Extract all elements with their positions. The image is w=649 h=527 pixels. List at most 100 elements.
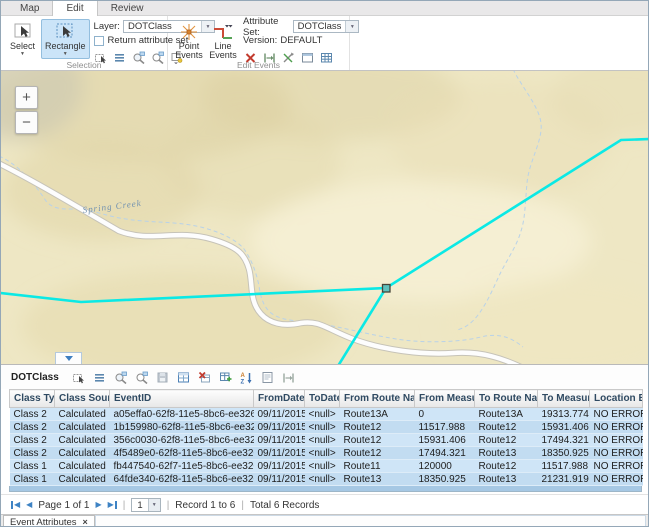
table-row[interactable]: Class 2Calculated1b159980-62f8-11e5-8bc6… — [10, 421, 643, 434]
attribute-set-dropdown[interactable]: DOTClass ▼ — [293, 20, 360, 33]
delete-records-icon[interactable] — [198, 370, 212, 384]
table-cell[interactable]: <null> — [305, 421, 340, 434]
table-cell[interactable]: 64fde340-62f8-11e5-8bc6-ee32641d5ec9 — [110, 473, 254, 486]
column-header[interactable]: From Route Name — [340, 390, 415, 408]
next-page-button[interactable]: ▶ — [95, 501, 101, 509]
table-cell[interactable]: 19313.774 — [538, 408, 590, 421]
attribute-window-icon[interactable] — [177, 370, 191, 384]
map-canvas[interactable]: Spring Creek + − — [1, 71, 648, 365]
route-junction-vertex[interactable] — [383, 285, 391, 293]
table-cell[interactable]: Calculated — [55, 460, 110, 473]
tab-event-attributes[interactable]: Event Attributes × — [3, 515, 95, 527]
table-cell[interactable]: Calculated — [55, 447, 110, 460]
rectangle-tool-button[interactable]: Rectangle ▼ — [41, 19, 90, 59]
table-cell[interactable]: <null> — [305, 473, 340, 486]
table-cell[interactable]: Route12 — [475, 434, 538, 447]
table-cell[interactable]: Calculated — [55, 408, 110, 421]
table-cell[interactable]: <null> — [305, 447, 340, 460]
table-cell[interactable]: Class 2 — [10, 408, 55, 421]
table-cell[interactable]: 11517.988 — [415, 421, 475, 434]
column-header[interactable]: FromDate — [254, 390, 305, 408]
table-cell[interactable]: 356c0030-62f8-11e5-8bc6-ee32641d5ec9 — [110, 434, 254, 447]
table-cell[interactable]: 17494.321 — [415, 447, 475, 460]
add-records-icon[interactable] — [219, 370, 233, 384]
table-cell[interactable]: 09/11/2015 — [254, 434, 305, 447]
column-header[interactable]: From Measure — [415, 390, 475, 408]
table-cell[interactable]: Route12 — [340, 434, 415, 447]
column-header[interactable]: Class Type — [10, 390, 55, 408]
table-cell[interactable]: Route13 — [475, 473, 538, 486]
table-cell[interactable]: 21231.919 — [538, 473, 590, 486]
table-cell[interactable]: 17494.321 — [538, 434, 590, 447]
table-cell[interactable]: Class 2 — [10, 447, 55, 460]
zoom-to-selected-icon[interactable] — [114, 370, 128, 384]
table-cell[interactable]: 09/11/2015 — [254, 473, 305, 486]
zoom-out-button[interactable]: − — [15, 111, 38, 134]
zoom-in-button[interactable]: + — [15, 86, 38, 109]
table-cell[interactable]: <null> — [305, 460, 340, 473]
chevron-down-icon[interactable]: ▼ — [148, 499, 160, 511]
table-cell[interactable]: 18350.925 — [415, 473, 475, 486]
table-cell[interactable]: 15931.406 — [415, 434, 475, 447]
table-cell[interactable]: 15931.406 — [538, 421, 590, 434]
options-menu-icon[interactable] — [93, 370, 107, 384]
point-events-button[interactable]: Point Events — [173, 19, 205, 64]
table-cell[interactable]: NO ERROR — [590, 473, 643, 486]
table-row[interactable]: Class 2Calculateda05effa0-62f8-11e5-8bc6… — [10, 408, 643, 421]
table-cell[interactable]: Class 2 — [10, 421, 55, 434]
last-page-button[interactable]: ▶ — [108, 501, 117, 509]
first-page-button[interactable]: ◀ — [11, 501, 20, 509]
table-cell[interactable]: Class 1 — [10, 473, 55, 486]
table-cell[interactable]: 09/11/2015 — [254, 460, 305, 473]
table-cell[interactable]: NO ERROR — [590, 408, 643, 421]
measure-icon[interactable] — [282, 370, 296, 384]
table-cell[interactable]: Class 2 — [10, 434, 55, 447]
tab-review[interactable]: Review — [98, 1, 157, 15]
column-header[interactable]: To Route Name — [475, 390, 538, 408]
table-cell[interactable]: Route13 — [340, 473, 415, 486]
table-cell[interactable]: 4f5489e0-62f8-11e5-8bc6-ee32641d5ec9 — [110, 447, 254, 460]
table-cell[interactable]: NO ERROR — [590, 447, 643, 460]
table-cell[interactable]: 120000 — [415, 460, 475, 473]
table-row[interactable]: Class 1Calculatedfb447540-62f7-11e5-8bc6… — [10, 460, 643, 473]
table-cell[interactable]: 09/11/2015 — [254, 447, 305, 460]
chevron-down-icon[interactable]: ▼ — [345, 21, 358, 32]
table-cell[interactable]: NO ERROR — [590, 460, 643, 473]
table-cell[interactable]: Route12 — [340, 447, 415, 460]
table-cell[interactable]: Route11 — [340, 460, 415, 473]
column-header[interactable]: ToDate — [305, 390, 340, 408]
page-number-dropdown[interactable]: 1 ▼ — [131, 498, 160, 512]
tab-map[interactable]: Map — [7, 1, 52, 15]
table-cell[interactable]: Route13 — [475, 447, 538, 460]
previous-page-button[interactable]: ◀ — [26, 501, 32, 509]
table-cell[interactable]: Calculated — [55, 434, 110, 447]
table-cell[interactable]: Route12 — [475, 460, 538, 473]
table-cell[interactable]: Route12 — [475, 421, 538, 434]
table-cell[interactable]: NO ERROR — [590, 434, 643, 447]
table-cell[interactable]: Class 1 — [10, 460, 55, 473]
show-form-icon[interactable] — [261, 370, 275, 384]
table-cell[interactable]: <null> — [305, 408, 340, 421]
column-header[interactable]: Class Source — [55, 390, 110, 408]
panel-collapse-button[interactable] — [55, 352, 82, 364]
table-cell[interactable]: Calculated — [55, 421, 110, 434]
line-events-button[interactable]: Line Events — [207, 19, 239, 64]
column-header[interactable]: Location Error — [590, 390, 643, 408]
table-row[interactable]: Class 2Calculated4f5489e0-62f8-11e5-8bc6… — [10, 447, 643, 460]
select-tool-button[interactable]: Select ▼ — [6, 19, 39, 59]
table-row[interactable]: Class 1Calculated64fde340-62f8-11e5-8bc6… — [10, 473, 643, 486]
save-icon[interactable] — [156, 370, 170, 384]
table-cell[interactable]: Route12 — [340, 421, 415, 434]
table-cell[interactable]: 11517.988 — [538, 460, 590, 473]
tab-edit[interactable]: Edit — [52, 0, 97, 16]
table-cell[interactable]: Route13A — [340, 408, 415, 421]
pan-to-selected-icon[interactable] — [135, 370, 149, 384]
table-cell[interactable]: 09/11/2015 — [254, 421, 305, 434]
table-cell[interactable]: 18350.925 — [538, 447, 590, 460]
sort-icon[interactable]: AZ — [240, 370, 254, 384]
table-cell[interactable]: Calculated — [55, 473, 110, 486]
select-records-icon[interactable] — [72, 370, 86, 384]
table-cell[interactable]: fb447540-62f7-11e5-8bc6-ee32641d5ec9 — [110, 460, 254, 473]
table-cell[interactable]: NO ERROR — [590, 421, 643, 434]
grid-scrollbar-strip[interactable] — [9, 486, 642, 492]
